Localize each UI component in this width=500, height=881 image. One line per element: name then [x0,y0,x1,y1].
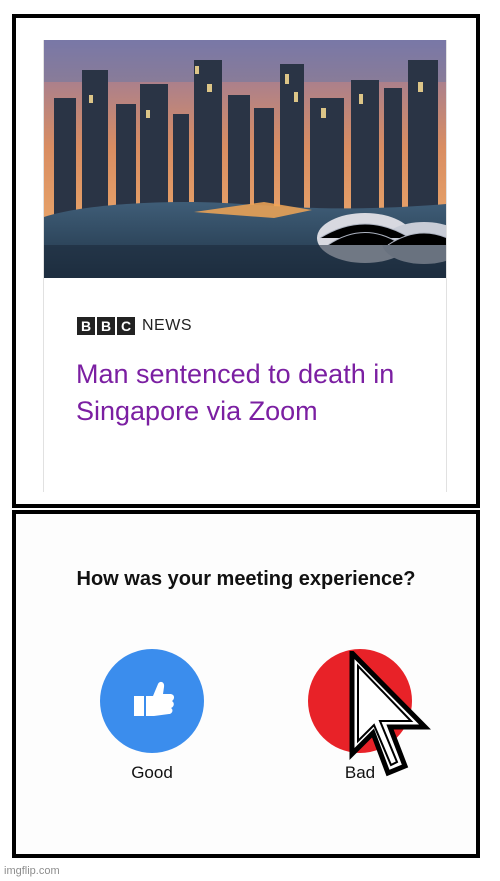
thumbs-up-icon [125,672,179,731]
bbc-letter-b-2: B [97,317,115,335]
imgflip-watermark: imgflip.com [4,865,60,877]
top-panel: B B C NEWS Man sentenced to death in Sin… [12,14,480,508]
news-card[interactable]: B B C NEWS Man sentenced to death in Sin… [43,40,447,492]
mouse-pointer-icon [349,646,439,786]
meeting-feedback-question: How was your meeting experience? [76,568,416,590]
bbc-letter-c: C [117,317,135,335]
good-vote-circle[interactable] [100,649,204,753]
city-skyline-image [44,40,446,278]
bottom-panel: How was your meeting experience? Good Ba… [12,510,480,858]
bbc-letter-b-1: B [77,317,95,335]
good-vote-button[interactable]: Good [97,649,207,789]
bbc-news-logo: B B C NEWS [77,317,192,335]
good-label: Good [131,763,173,782]
news-wordmark: NEWS [142,317,192,334]
news-headline[interactable]: Man sentenced to death in Singapore via … [76,356,426,430]
